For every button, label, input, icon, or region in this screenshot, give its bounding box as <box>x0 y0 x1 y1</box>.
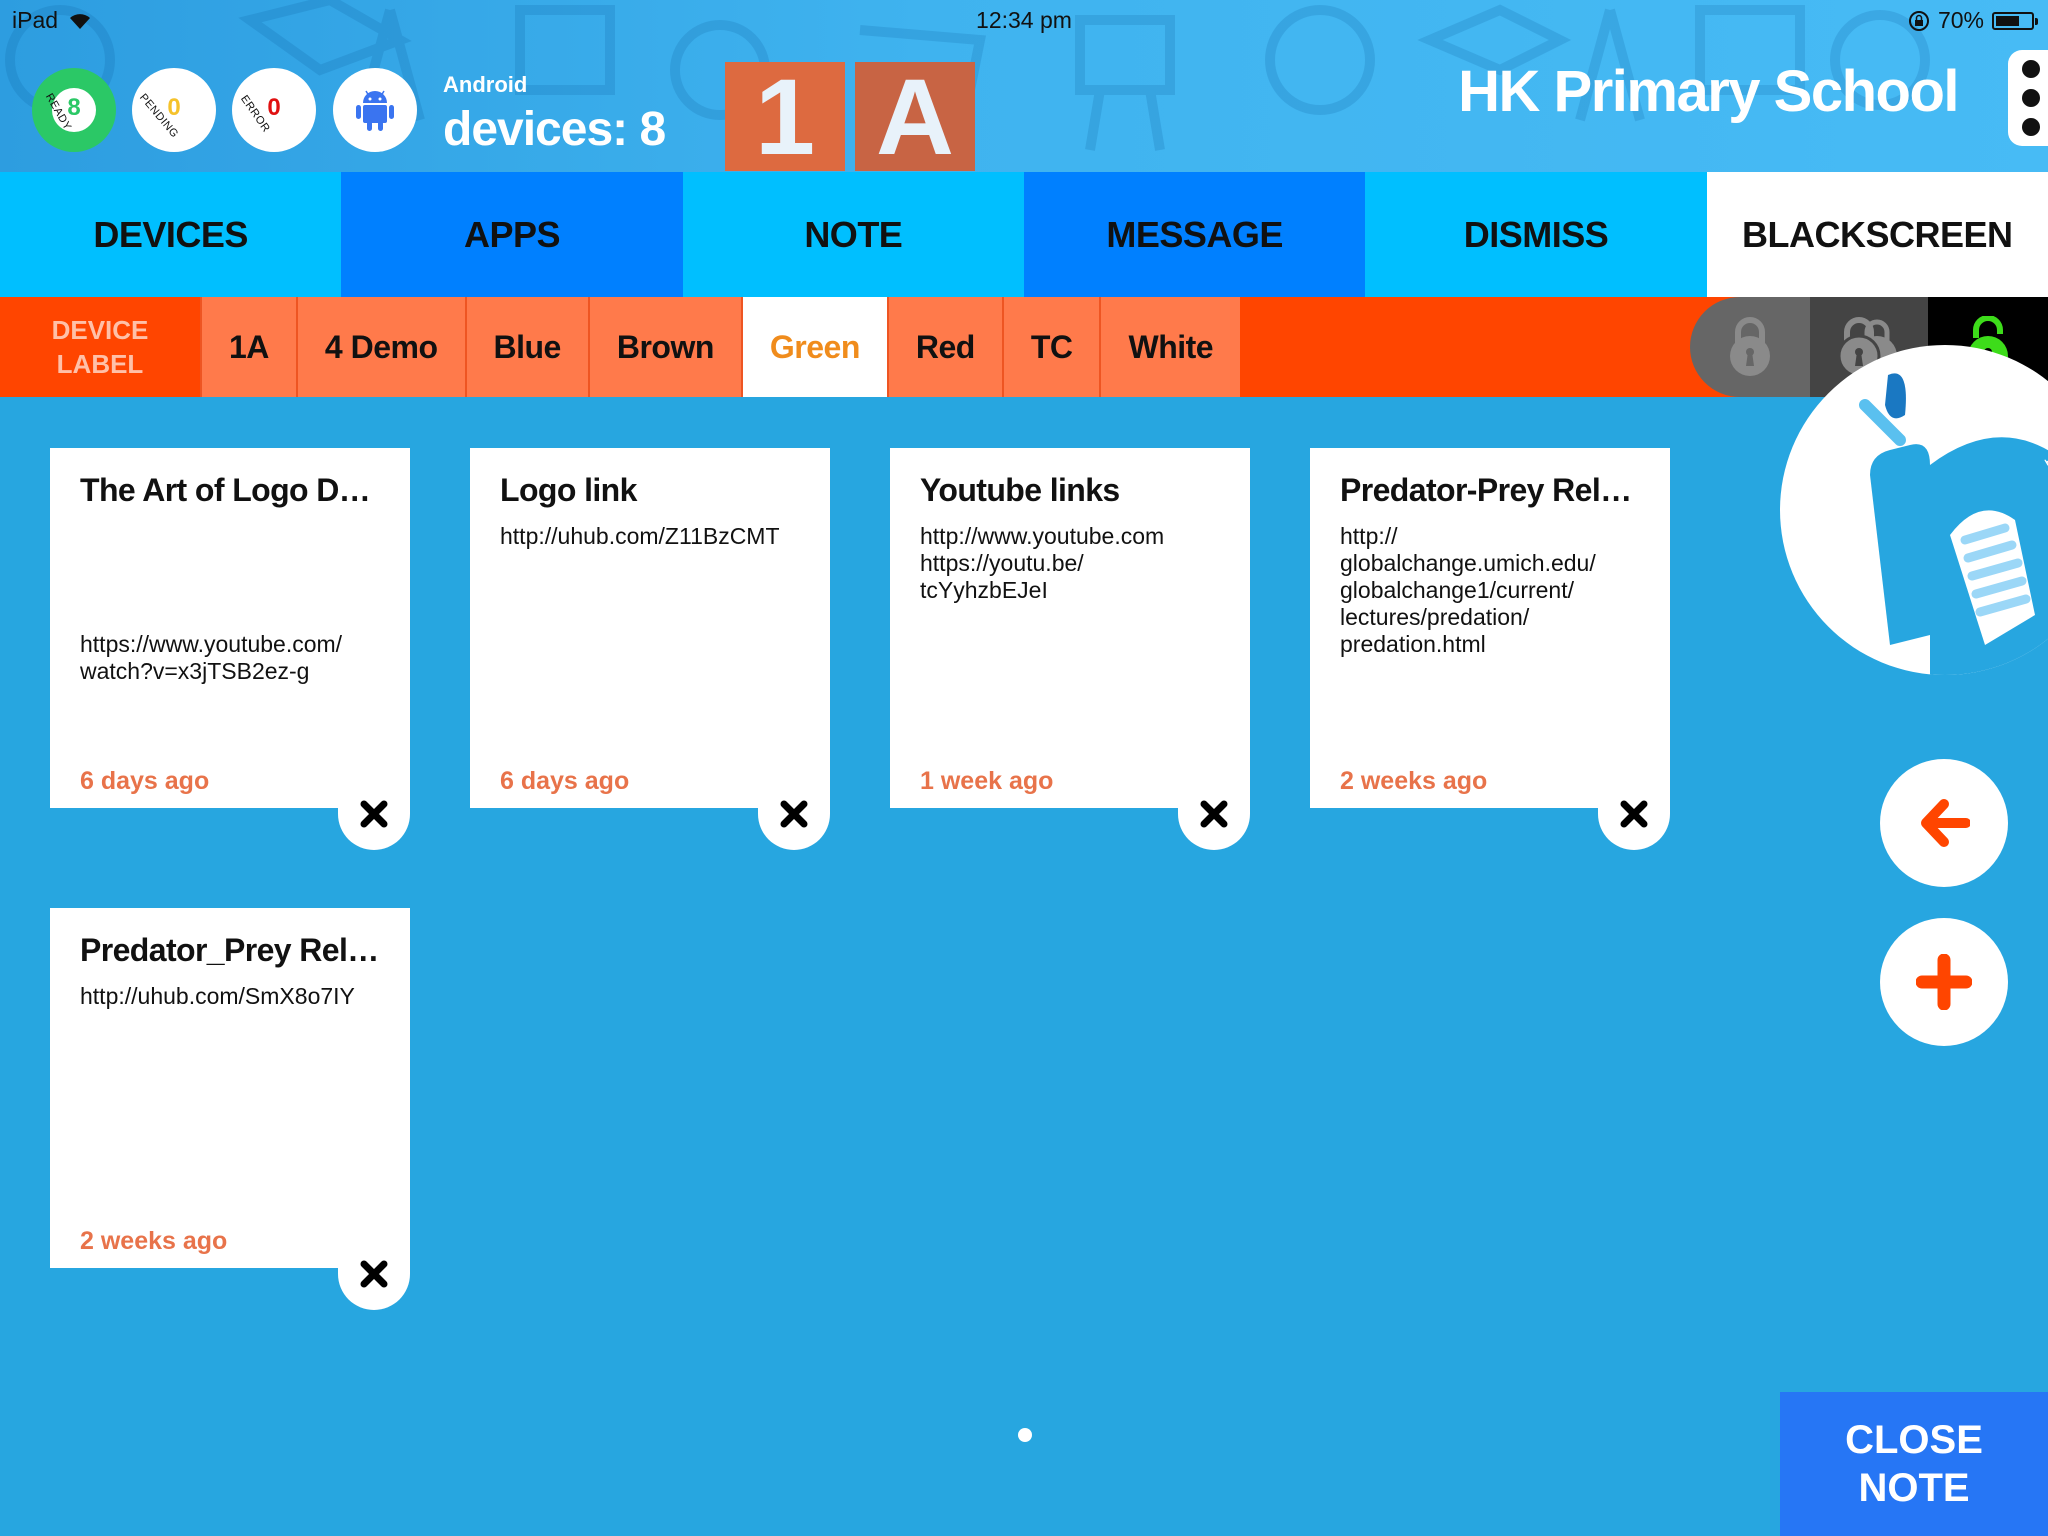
delete-note-button[interactable] <box>338 778 410 850</box>
platform-button[interactable] <box>333 68 417 152</box>
device-label-bar: DEVICE LABEL 1A 4 Demo Blue Brown Green … <box>0 297 2048 397</box>
class-badge-digit: 1 <box>725 62 845 171</box>
more-menu-button[interactable] <box>2008 50 2048 146</box>
note-timestamp: 2 weeks ago <box>1340 767 1488 795</box>
note-body: http://www.youtube.com https://youtu.be/… <box>920 523 1165 603</box>
note-timestamp: 6 days ago <box>80 767 210 795</box>
tab-message[interactable]: MESSAGE <box>1023 172 1366 297</box>
battery-icon <box>1992 11 2038 30</box>
ready-count-badge[interactable]: 8 READY <box>32 68 116 152</box>
note-body: https://www.youtube.com/ watch?v=x3jTSB2… <box>80 631 343 684</box>
label-filter-brown[interactable]: Brown <box>587 297 741 397</box>
school-name: HK Primary School <box>1458 59 1959 124</box>
rotation-lock-icon <box>1908 10 1929 31</box>
close-icon <box>1200 800 1228 828</box>
plus-icon <box>1916 954 1972 1010</box>
label-filter-green[interactable]: Green <box>740 297 887 397</box>
tab-apps[interactable]: APPS <box>341 172 683 297</box>
note-title: Logo link <box>500 472 637 508</box>
note-timestamp: 2 weeks ago <box>80 1227 228 1255</box>
tab-dismiss[interactable]: DISMISS <box>1365 172 1707 297</box>
label-filter-white[interactable]: White <box>1099 297 1241 397</box>
note-timestamp: 6 days ago <box>500 767 630 795</box>
note-body: http://uhub.com/SmX8o7IY <box>80 983 355 1009</box>
device-count: devices: 8 <box>443 103 666 156</box>
delete-note-button[interactable] <box>758 778 830 850</box>
note-card[interactable]: Predator_Prey Relati… http://uhub.com/Sm… <box>50 908 410 1310</box>
close-icon <box>1620 800 1648 828</box>
main-tabs: DEVICES APPS NOTE MESSAGE DISMISS BLACKS… <box>0 172 2048 297</box>
note-card[interactable]: The Art of Logo Design https://www.youtu… <box>50 448 410 850</box>
note-card[interactable]: Logo link http://uhub.com/Z11BzCMT 6 day… <box>470 448 830 850</box>
clock: 12:34 pm <box>976 7 1072 33</box>
device-label-heading: DEVICE LABEL <box>51 315 149 379</box>
label-filter-tc[interactable]: TC <box>1001 297 1100 397</box>
label-filter-1a[interactable]: 1A <box>200 297 296 397</box>
more-vertical-icon <box>2022 60 2040 78</box>
close-icon <box>360 800 388 828</box>
platform-label: Android <box>443 72 528 97</box>
page-indicator-dot[interactable] <box>1018 1428 1032 1442</box>
note-title: Predator_Prey Relati… <box>80 932 380 968</box>
status-bar: iPad 12:34 pm 70% <box>0 0 2048 42</box>
close-icon <box>780 800 808 828</box>
note-title: The Art of Logo Design <box>80 472 380 508</box>
note-body: http:// globalchange.umich.edu/ globalch… <box>1340 523 1596 657</box>
delete-note-button[interactable] <box>338 1238 410 1310</box>
tab-devices[interactable]: DEVICES <box>0 172 342 297</box>
note-title: Predator-Prey Relati… <box>1340 472 1640 508</box>
tab-blackscreen[interactable]: BLACKSCREEN <box>1706 172 2048 297</box>
class-badge-letter: A <box>855 62 975 171</box>
note-card[interactable]: Youtube links http://www.youtube.com htt… <box>890 448 1250 850</box>
note-card[interactable]: Predator-Prey Relati… http:// globalchan… <box>1310 448 1670 850</box>
label-filter-red[interactable]: Red <box>886 297 1002 397</box>
delete-note-button[interactable] <box>1178 778 1250 850</box>
close-note-button[interactable]: CLOSE NOTE <box>1780 1392 2048 1536</box>
note-timestamp: 1 week ago <box>920 767 1054 795</box>
error-count-badge[interactable]: 0 ERROR <box>232 68 316 152</box>
android-icon <box>356 90 394 131</box>
label-filter-4-demo[interactable]: 4 Demo <box>295 297 465 397</box>
add-note-button[interactable] <box>1880 918 2008 1046</box>
lock-icon <box>1730 317 1770 376</box>
lock-all-button[interactable] <box>1690 297 1810 397</box>
label-filter-blue[interactable]: Blue <box>464 297 588 397</box>
arrow-left-icon <box>1921 799 1970 847</box>
note-title: Youtube links <box>920 472 1120 508</box>
pending-count-badge[interactable]: 0 PENDING <box>132 68 216 152</box>
note-body: http://uhub.com/Z11BzCMT <box>500 523 780 549</box>
back-button[interactable] <box>1880 759 2008 887</box>
delete-note-button[interactable] <box>1598 778 1670 850</box>
close-icon <box>360 1260 388 1288</box>
tab-note[interactable]: NOTE <box>682 172 1024 297</box>
battery-percent: 70% <box>1937 7 1984 33</box>
